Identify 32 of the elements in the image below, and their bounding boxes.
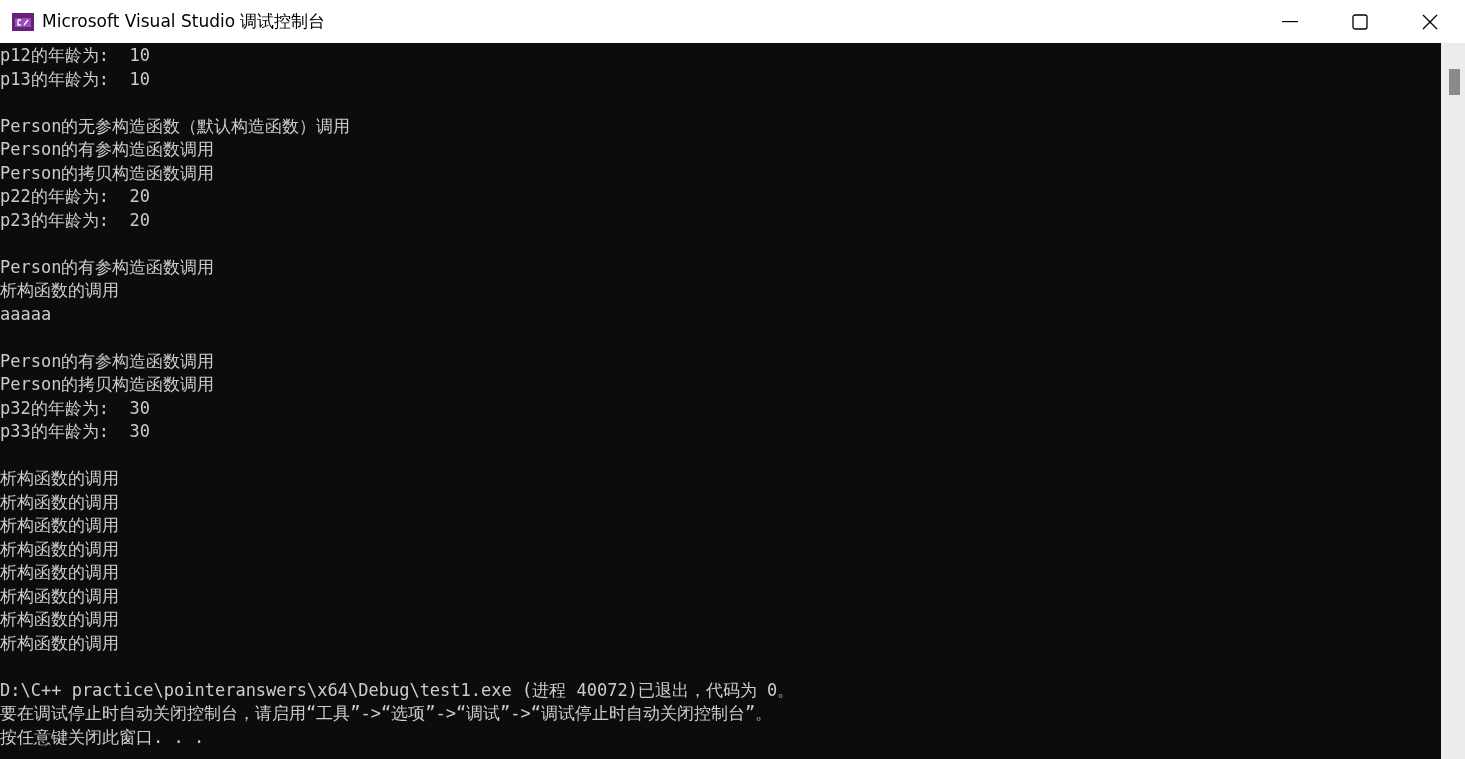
- console-line: 析构函数的调用: [0, 584, 119, 608]
- console-line: 析构函数的调用: [0, 514, 119, 537]
- console-line: 析构函数的调用: [0, 631, 119, 655]
- console-line: Person的拷贝构造函数调用: [0, 161, 215, 185]
- console-line: p32的年龄为: 30: [0, 396, 150, 420]
- console-line: 析构函数的调用: [0, 608, 119, 631]
- console-line: 析构函数的调用: [0, 490, 119, 514]
- console-line: p23的年龄为: 20: [0, 208, 150, 232]
- console-line: 析构函数的调用: [0, 537, 119, 561]
- console-line: Person的拷贝构造函数调用: [0, 373, 215, 396]
- scrollbar[interactable]: [1441, 43, 1465, 759]
- console-line: D:\C++ practice\pointeranswers\x64\Debug\test1.exe (进程 40072)已退出，代码为 0。: [0, 678, 795, 702]
- console-line: p33的年龄为: 30: [0, 420, 150, 443]
- console-line: 要在调试停止时自动关闭控制台，请启用“工具”->“选项”->“调试”->“调试停止时自动关闭控制台”。: [0, 702, 773, 725]
- console-line: Person的无参构造函数（默认构造函数）调用: [0, 114, 351, 138]
- console-line: 析构函数的调用: [0, 279, 119, 302]
- console-line: 析构函数的调用: [0, 561, 119, 584]
- console-line: Person的有参构造函数调用: [0, 349, 215, 373]
- console-line: p12的年龄为: 10: [0, 44, 150, 67]
- close-icon: [1422, 13, 1438, 30]
- console-line: 按任意键关闭此窗口. . .: [0, 725, 205, 749]
- scrollbar-thumb[interactable]: [1449, 69, 1460, 95]
- console-app-icon: [12, 12, 34, 31]
- console-line: p13的年龄为: 10: [0, 67, 150, 91]
- maximize-icon: [1352, 13, 1368, 30]
- console-line: Person的有参构造函数调用: [0, 138, 215, 161]
- window-title: Microsoft Visual Studio 调试控制台: [42, 10, 326, 33]
- minimize-icon: [1282, 20, 1298, 23]
- console-line: p22的年龄为: 20: [0, 185, 150, 208]
- console-line: aaaaa: [0, 302, 52, 326]
- console-line: 析构函数的调用: [0, 467, 119, 490]
- console-line: Person的有参构造函数调用: [0, 255, 215, 279]
